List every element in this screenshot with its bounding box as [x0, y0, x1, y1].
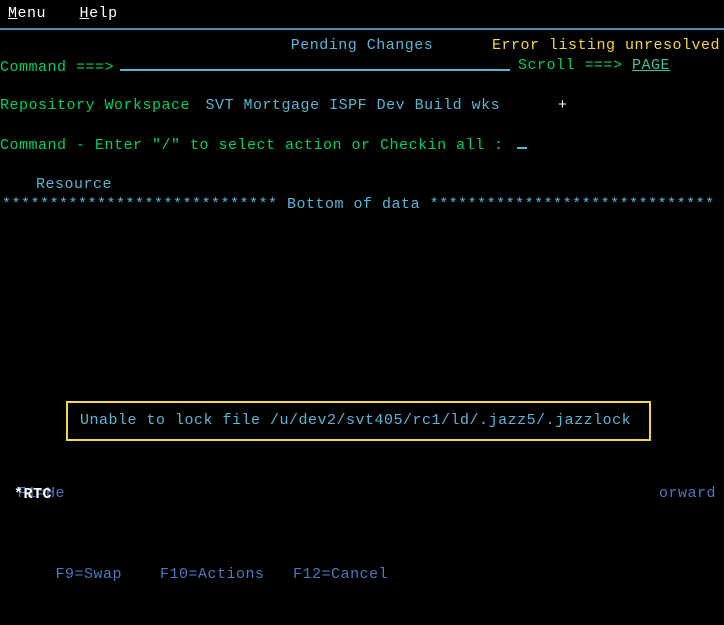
command-input[interactable]	[120, 56, 510, 71]
command-label: Command ===>	[0, 58, 114, 78]
scroll-value[interactable]: PAGE	[632, 57, 670, 74]
bottom-of-data: ***************************** Bottom of …	[0, 195, 724, 215]
expand-indicator[interactable]: +	[558, 96, 568, 116]
fkey-line2[interactable]: F9=Swap F10=Actions F12=Cancel	[46, 566, 388, 583]
repo-label: Repository Workspace	[0, 97, 190, 114]
menu-divider	[0, 28, 724, 30]
status-indicator: *RTC	[14, 485, 52, 505]
fkey-forward[interactable]: orward	[659, 484, 716, 504]
menu-bar: Menu Help	[0, 0, 724, 26]
action-input-cursor[interactable]	[517, 147, 527, 149]
column-header-resource: Resource	[0, 175, 724, 195]
error-dialog-text: Unable to lock file /u/dev2/svt405/rc1/l…	[80, 412, 631, 429]
menu-menu[interactable]: Menu	[8, 4, 46, 24]
error-dialog: Unable to lock file /u/dev2/svt405/rc1/l…	[66, 401, 651, 441]
function-keys: F1=He orward F9=Swap F10=Actions F12=Can…	[8, 443, 716, 625]
menu-help[interactable]: Help	[80, 4, 118, 24]
error-message: Error listing unresolved	[492, 36, 720, 56]
action-prompt: Command - Enter "/" to select action or …	[0, 136, 724, 156]
repo-value[interactable]: SVT Mortgage ISPF Dev Build wks	[206, 97, 501, 114]
scroll-label: Scroll ===>	[518, 57, 623, 74]
